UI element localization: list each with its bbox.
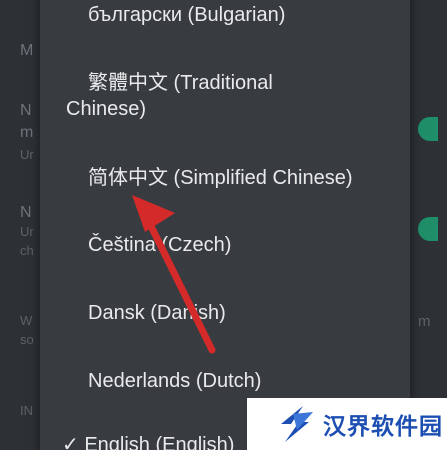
bg-fragment: W [20, 313, 33, 328]
language-option-bulgarian[interactable]: български (Bulgarian) [88, 2, 285, 28]
watermark-text: 汉界软件园 [323, 414, 443, 440]
toggle-switch[interactable] [418, 217, 438, 241]
bg-fragment: N [20, 102, 32, 119]
bg-fragment: Ur [20, 224, 34, 239]
bg-fragment: N [20, 204, 32, 221]
watermark-logo-icon [281, 406, 313, 442]
language-option-dutch[interactable]: Nederlands (Dutch) [88, 368, 261, 394]
bg-fragment: M [20, 42, 34, 59]
language-dialog: български (Bulgarian) 繁體中文 (Traditional … [40, 0, 410, 450]
bg-fragment: Ur [20, 147, 34, 162]
bg-fragment: ch [20, 243, 34, 258]
screen: M N m Ur N Ur ch W so IN m български (Bu… [0, 0, 447, 450]
language-option-simplified-chinese[interactable]: 简体中文 (Simplified Chinese) [88, 165, 353, 191]
language-option-traditional-chinese[interactable]: 繁體中文 (Traditional Chinese) [66, 70, 316, 122]
toggle-switch[interactable] [418, 117, 438, 141]
language-option-czech[interactable]: Čeština (Czech) [88, 232, 231, 258]
bg-fragment: so [20, 332, 34, 347]
language-option-danish[interactable]: Dansk (Danish) [88, 300, 226, 326]
bg-fragment: m [20, 124, 34, 141]
bg-fragment: IN [20, 403, 33, 418]
bg-fragment-right: m [418, 313, 431, 330]
language-option-english[interactable]: ✓ English (English) [62, 432, 234, 450]
watermark: 汉界软件园 [247, 398, 447, 450]
